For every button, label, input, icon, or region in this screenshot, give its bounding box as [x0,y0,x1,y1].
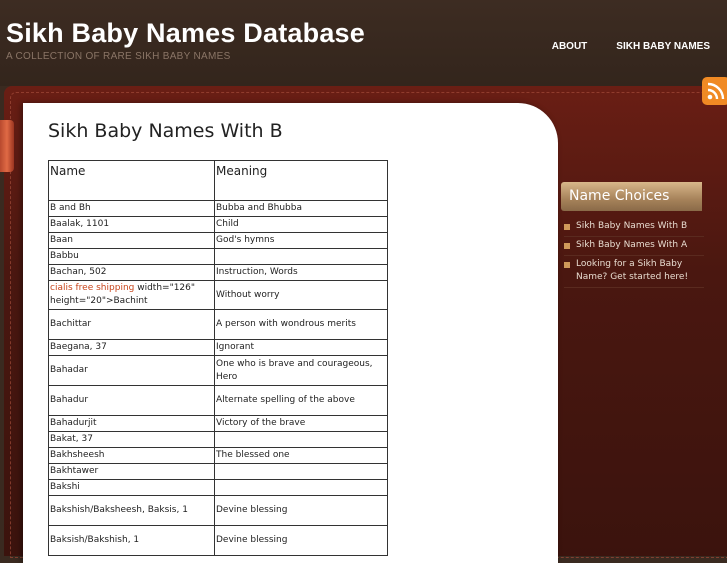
column-header-meaning: Meaning [214,160,388,201]
name-cell: Bakhsheesh [48,447,215,464]
name-cell: B and Bh [48,200,215,217]
table-row: Bakhsheesh The blessed one [48,447,388,464]
table-row: Bahadur Alternate spelling of the above [48,385,388,416]
table-row: Baalak, 1101 Child [48,216,388,233]
name-cell: Bachan, 502 [48,264,215,281]
meaning-cell: Without worry [214,280,388,310]
spam-link[interactable]: cialis free shipping [50,283,134,293]
site-title[interactable]: Sikh Baby Names Database [6,18,365,49]
table-row: Bakat, 37 [48,431,388,448]
sidebar-item-get-started[interactable]: Looking for a Sikh Baby Name? Get starte… [564,256,704,288]
square-bullet-icon [564,243,570,249]
square-bullet-icon [564,262,570,268]
meaning-cell: Bubba and Bhubba [214,200,388,217]
rss-feed-icon[interactable] [702,77,727,105]
square-bullet-icon [564,224,570,230]
name-cell: Babbu [48,248,215,265]
site-tagline: A COLLECTION OF RARE SIKH BABY NAMES [6,51,231,62]
meaning-cell: One who is brave and courageous, Hero [214,355,388,386]
meaning-cell: Devine blessing [214,525,388,556]
meaning-cell: Instruction, Words [214,264,388,281]
table-header-row: Name Meaning [48,160,388,201]
name-cell: cialis free shipping width="126" height=… [48,280,215,310]
main-nav: ABOUT SIKH BABY NAMES [552,41,710,52]
meaning-cell [214,431,388,448]
table-row: Baegana, 37 Ignorant [48,339,388,356]
name-cell: Bachittar [48,309,215,340]
table-row: Bachan, 502 Instruction, Words [48,264,388,281]
name-cell: Bakshi [48,479,215,496]
table-row: Bahadurjit Victory of the brave [48,415,388,432]
leather-strap [0,120,14,172]
name-cell: Baegana, 37 [48,339,215,356]
table-row: Bahadar One who is brave and courageous,… [48,355,388,386]
sidebar-item-names-with-b[interactable]: Sikh Baby Names With B [564,218,704,237]
table-row: Bakshi [48,479,388,496]
sidebar-item-names-with-a[interactable]: Sikh Baby Names With A [564,237,704,256]
sidebar-list: Sikh Baby Names With B Sikh Baby Names W… [564,218,704,288]
name-cell: Baan [48,232,215,249]
name-cell: Baalak, 1101 [48,216,215,233]
meaning-cell: God's hymns [214,232,388,249]
sidebar-widget-heading: Name Choices [561,182,702,211]
table-row: Bachittar A person with wondrous merits [48,309,388,340]
table-row: Baan God's hymns [48,232,388,249]
site-header: Sikh Baby Names Database A COLLECTION OF… [0,0,727,86]
name-cell: Bakat, 37 [48,431,215,448]
post-title[interactable]: Sikh Baby Names With B [48,120,283,142]
table-row: B and Bh Bubba and Bhubba [48,200,388,217]
sidebar-item-label: Sikh Baby Names With B [576,221,688,231]
table-row: Bakshish/Baksheesh, Baksis, 1 Devine ble… [48,495,388,526]
meaning-cell [214,463,388,480]
nav-about[interactable]: ABOUT [552,41,588,52]
names-table: Name Meaning B and Bh Bubba and Bhubba B… [48,160,388,556]
table-row: Bakhtawer [48,463,388,480]
sidebar-heading-text: Name Choices [569,188,670,204]
meaning-cell: Victory of the brave [214,415,388,432]
meaning-cell [214,479,388,496]
sidebar-item-label: Sikh Baby Names With A [576,240,688,250]
table-row: cialis free shipping width="126" height=… [48,280,388,310]
meaning-cell [214,248,388,265]
meaning-cell: Child [214,216,388,233]
meaning-cell: Devine blessing [214,495,388,526]
meaning-cell: The blessed one [214,447,388,464]
name-cell: Bahadurjit [48,415,215,432]
name-cell: Bakhtawer [48,463,215,480]
meaning-cell: Alternate spelling of the above [214,385,388,416]
meaning-cell: A person with wondrous merits [214,309,388,340]
name-cell: Bahadar [48,355,215,386]
name-cell: Bakshish/Baksheesh, Baksis, 1 [48,495,215,526]
nav-sikh-baby-names[interactable]: SIKH BABY NAMES [616,41,710,52]
name-cell: Baksish/Bakshish, 1 [48,525,215,556]
sidebar-item-label: Looking for a Sikh Baby Name? Get starte… [576,259,689,282]
meaning-cell: Ignorant [214,339,388,356]
table-row: Babbu [48,248,388,265]
column-header-name: Name [48,160,215,201]
name-cell: Bahadur [48,385,215,416]
table-row: Baksish/Bakshish, 1 Devine blessing [48,525,388,556]
